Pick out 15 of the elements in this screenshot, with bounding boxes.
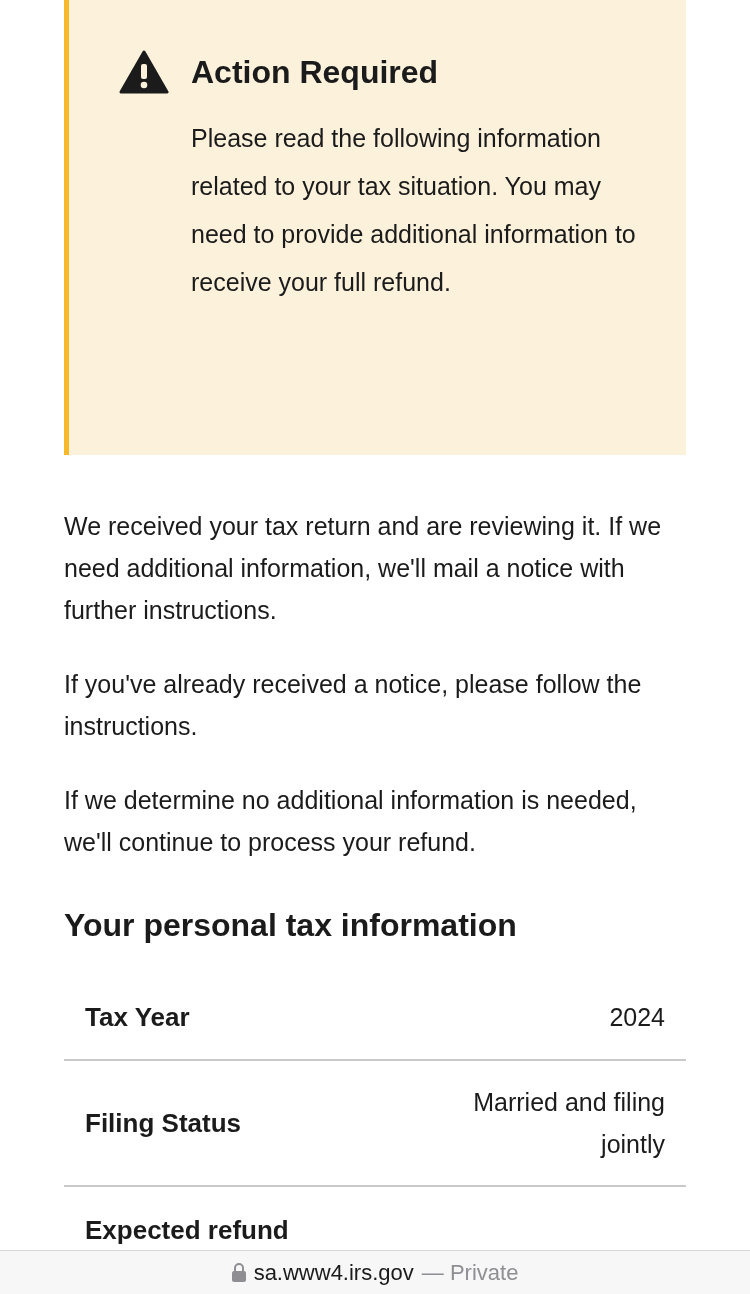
row-label: Filing Status <box>85 1106 241 1140</box>
body-paragraph: If we determine no additional information is needed, we'll continue to process your refund. <box>64 785 638 858</box>
alert-message: Please read the following information related to your tax situation. You may need to provide additional information to receive your full refund. <box>191 123 637 298</box>
row-value: 2024 <box>608 1002 665 1033</box>
body-paragraph: If you've already received a notice, please follow the instructions. <box>64 669 643 742</box>
domain-text: sa.www4.irs.gov <box>253 1259 414 1287</box>
row-label: Expected refund <box>85 1213 289 1247</box>
lock-icon <box>231 1263 246 1282</box>
section-heading: Your personal tax information <box>64 906 518 945</box>
alert-title: Action Required <box>191 53 439 92</box>
row-label: Tax Year <box>85 1000 190 1034</box>
row-value: Married and filing jointly <box>472 1087 665 1160</box>
body-paragraph: We received your tax return and are reviewing it. If we need additional information, we'll mail a notice with further instructions. <box>64 511 663 626</box>
private-mode-label: — Private <box>421 1259 519 1287</box>
warning-icon <box>119 50 169 94</box>
